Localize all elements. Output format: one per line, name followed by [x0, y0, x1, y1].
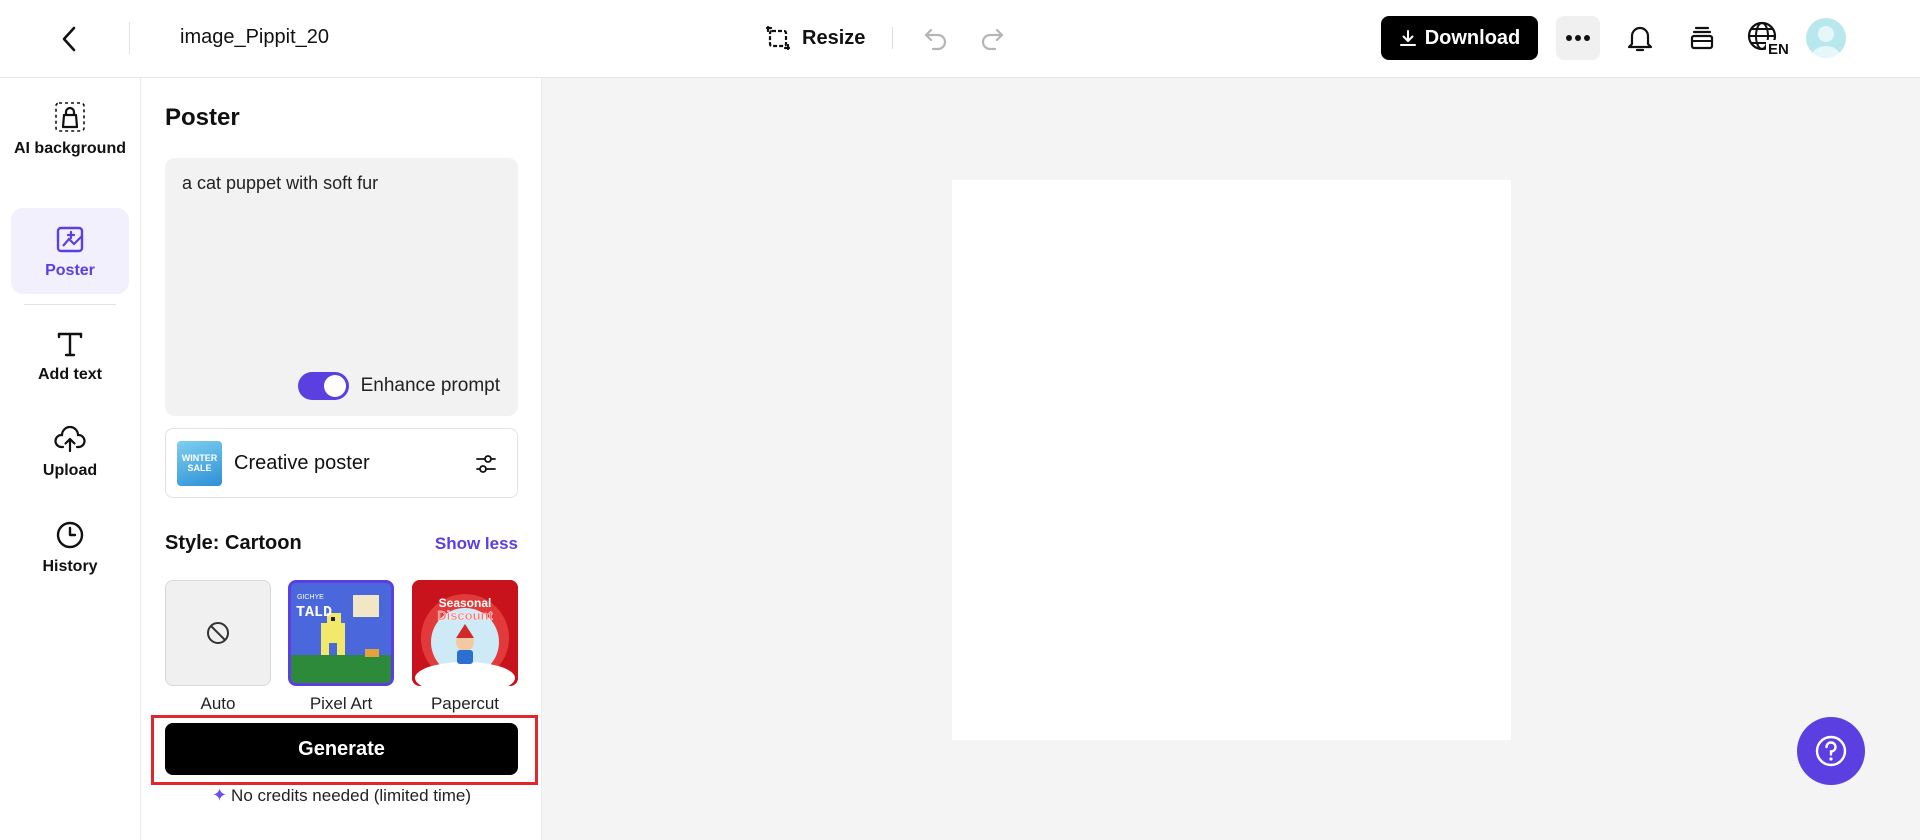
avatar[interactable] — [1806, 18, 1846, 58]
style-thumbnail-pixel-art: GICHYE TALD — [288, 580, 394, 686]
panel-title: Poster — [165, 104, 240, 131]
style-card-papercut[interactable]: Seasonal Discount Papercut — [412, 580, 518, 714]
enhance-prompt-label: Enhance prompt — [360, 375, 500, 396]
rail-label-history: History — [42, 558, 98, 575]
style-card-auto[interactable]: Auto — [165, 580, 271, 714]
rail-item-add-text[interactable]: Add text — [11, 326, 129, 384]
more-options-button[interactable] — [1556, 16, 1600, 60]
download-button[interactable]: Download — [1381, 16, 1538, 60]
back-button[interactable] — [52, 22, 86, 56]
rail-item-upload[interactable]: Upload — [11, 422, 129, 480]
generate-button[interactable]: Generate — [165, 723, 518, 775]
layers-icon — [1690, 26, 1714, 50]
poster-type-thumbnail: WINTER SALE — [177, 440, 222, 486]
top-bar: image_Pippit_20 Resize Download EN — [0, 0, 1920, 78]
style-label-auto: Auto — [200, 694, 236, 713]
layers-button[interactable] — [1682, 18, 1722, 58]
style-label-pixel-art: Pixel Art — [309, 694, 373, 713]
upload-icon — [53, 422, 87, 456]
text-icon — [53, 326, 87, 360]
language-badge: EN — [1768, 41, 1789, 56]
rail-label-add-text: Add text — [38, 366, 102, 383]
pixel-art-small-text: GICHYE — [297, 594, 324, 601]
help-button[interactable] — [1797, 717, 1865, 785]
download-label: Download — [1424, 26, 1521, 49]
rail-label-poster: Poster — [45, 262, 95, 279]
ellipsis-icon — [1566, 35, 1590, 41]
style-thumbnail-auto — [165, 580, 271, 686]
rail-label-upload: Upload — [42, 462, 98, 479]
left-rail: AI background Poster Add text Upload His… — [0, 78, 141, 840]
undo-button[interactable] — [920, 20, 952, 56]
bell-icon — [1627, 26, 1653, 52]
notifications-button[interactable] — [1620, 18, 1660, 58]
papercut-illustration: Seasonal Discount — [412, 580, 518, 686]
enhance-prompt: Enhance prompt — [297, 372, 500, 400]
rail-item-ai-background[interactable]: AI background — [11, 100, 129, 158]
credits-text: No credits needed (limited time) — [231, 785, 472, 805]
no-style-icon — [207, 622, 229, 644]
style-thumbnail-papercut: Seasonal Discount — [412, 580, 518, 686]
credits-note: ✦ No credits needed (limited time) — [165, 785, 518, 806]
style-header: Style: Cartoon Show less — [165, 532, 518, 555]
ai-background-icon — [53, 100, 87, 134]
question-icon — [1815, 735, 1847, 767]
language-button[interactable]: EN — [1746, 18, 1792, 58]
poster-icon — [53, 222, 87, 256]
resize-icon — [765, 25, 791, 51]
show-less-link[interactable]: Show less — [435, 534, 518, 554]
style-card-pixel-art[interactable]: GICHYE TALD Pixel Art — [288, 580, 394, 714]
toggle-knob — [323, 375, 346, 397]
sparkle-icon: ✦ — [211, 785, 228, 805]
history-icon — [53, 518, 87, 552]
poster-type-selector[interactable]: WINTER SALE Creative poster — [165, 428, 518, 498]
divider — [892, 27, 893, 49]
download-icon — [1399, 30, 1416, 46]
file-name[interactable]: image_Pippit_20 — [180, 26, 329, 49]
sliders-icon[interactable] — [473, 451, 499, 477]
enhance-prompt-toggle[interactable] — [297, 372, 349, 400]
poster-type-label: Creative poster — [234, 451, 370, 474]
redo-button[interactable] — [976, 20, 1008, 56]
rail-divider — [24, 304, 116, 305]
undo-icon — [924, 28, 947, 51]
redo-icon — [981, 28, 1004, 51]
pixel-art-illustration: GICHYE TALD — [291, 583, 391, 683]
rail-item-poster[interactable]: Poster — [11, 208, 129, 294]
globe-icon: EN — [1747, 21, 1792, 56]
resize-button[interactable]: Resize — [764, 20, 865, 56]
style-label-papercut: Papercut — [430, 694, 500, 713]
divider — [129, 22, 130, 54]
prompt-box: a cat puppet with soft fur Enhance promp… — [165, 158, 518, 416]
rail-label-ai-background: AI background — [13, 140, 126, 157]
style-label: Style: Cartoon — [165, 532, 302, 554]
user-avatar-icon — [1812, 26, 1840, 58]
prompt-input[interactable]: a cat puppet with soft fur — [182, 173, 502, 353]
design-canvas[interactable] — [952, 180, 1511, 740]
pixel-art-title-text: TALD — [296, 604, 332, 621]
resize-label: Resize — [802, 26, 866, 49]
rail-item-history[interactable]: History — [11, 518, 129, 576]
papercut-subtitle-text: Discount — [437, 608, 493, 623]
poster-panel: Poster a cat puppet with soft fur Enhanc… — [141, 78, 542, 840]
chevron-left-icon — [62, 26, 76, 52]
